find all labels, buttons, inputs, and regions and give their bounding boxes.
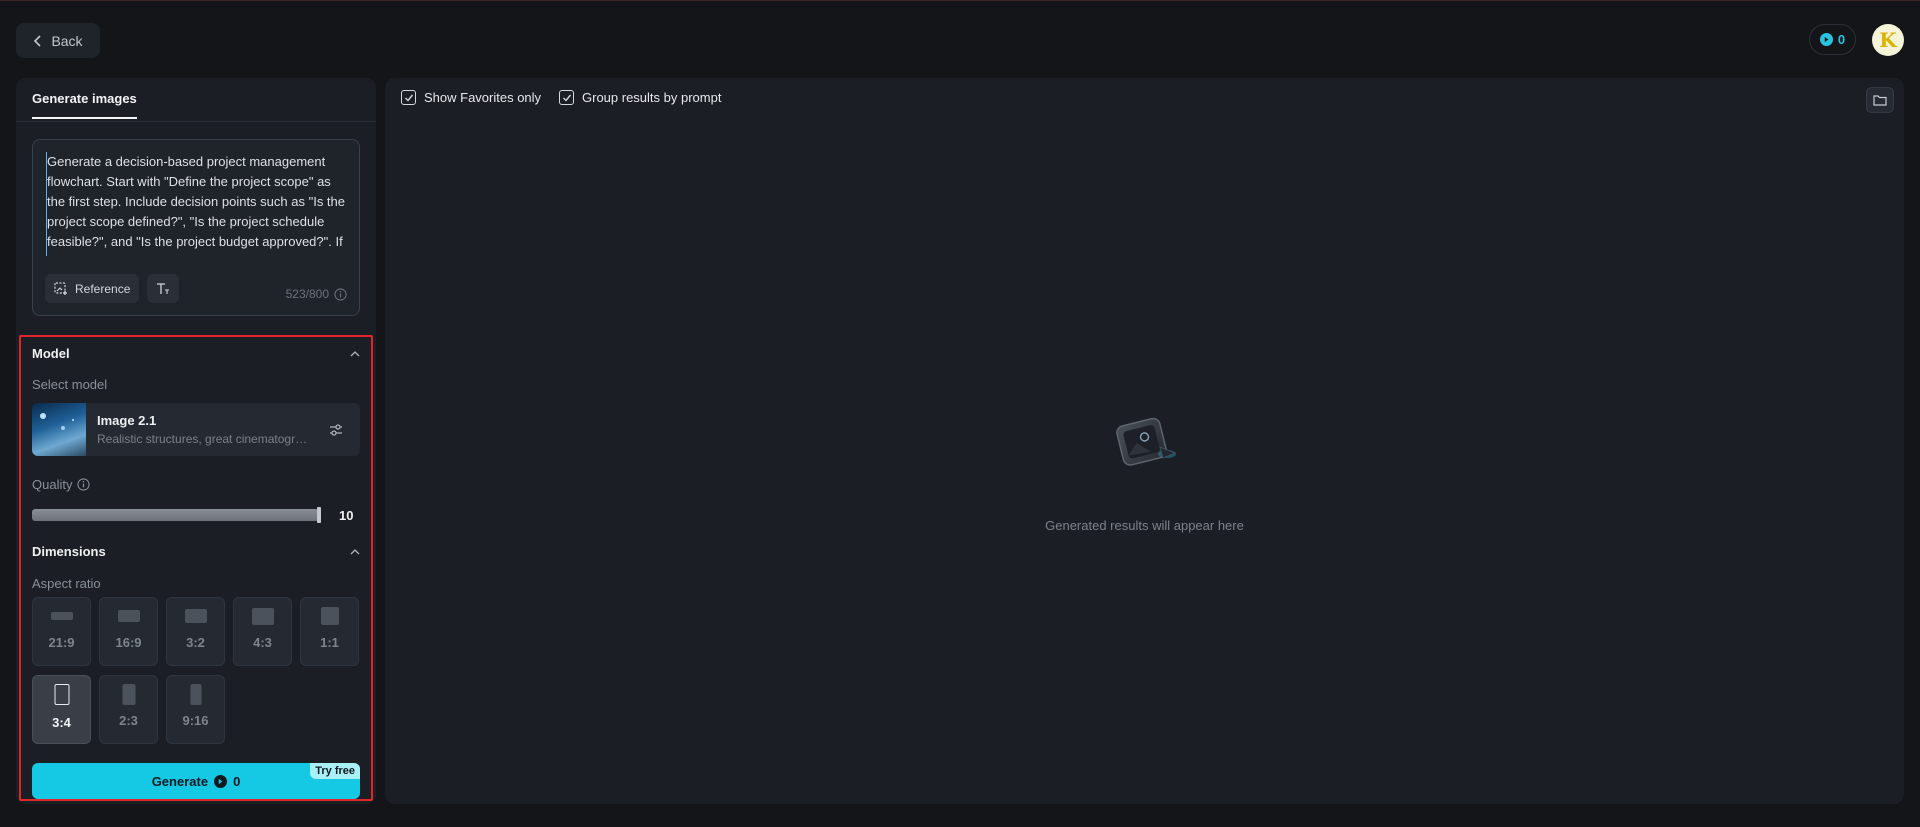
check-icon [404,94,413,102]
aspect-ratio-shape [117,610,140,622]
aspect-ratio-label: 4:3 [253,635,272,650]
model-thumbnail [32,403,86,456]
tab-generate-images[interactable]: Generate images [32,91,137,119]
aspect-ratio-shape [320,607,339,625]
aspect-ratio-label: 3:4 [52,715,71,730]
aspect-ratio-shape [122,684,135,705]
model-description: Realistic structures, great cinematograp… [97,432,312,446]
text-format-icon [157,282,170,294]
try-free-badge: Try free [310,763,360,779]
generate-button[interactable]: Generate 0 Try free [32,763,360,799]
aspect-ratio-label: 16:9 [115,635,142,650]
aspect-ratio-label: 21:9 [48,635,75,650]
quality-slider-handle[interactable] [317,507,321,523]
folder-button[interactable] [1866,87,1894,113]
prompt-tools: Reference [45,274,180,303]
aspect-ratio-label: 3:2 [186,635,205,650]
model-selector[interactable]: Image 2.1 Realistic structures, great ci… [32,403,360,456]
aspect-ratio-shape [54,684,69,705]
empty-image-icon [1116,417,1177,466]
char-count: 523/800 [286,287,347,301]
dimensions-section-title: Dimensions [32,544,106,559]
info-icon[interactable] [77,478,91,491]
aspect-ratio-shape [251,608,274,625]
show-favorites-toggle[interactable]: Show Favorites only [401,90,541,105]
generate-label: Generate [151,773,209,789]
prompt-textarea[interactable]: Generate a decision-based project manage… [46,152,351,256]
quality-slider-fill [32,509,319,521]
aspect-ratio-option[interactable]: 16:9 [99,597,158,666]
show-favorites-label: Show Favorites only [424,90,542,105]
back-button[interactable]: Back [16,23,100,58]
chevron-up-icon[interactable] [349,546,361,558]
chevron-left-icon [34,34,42,47]
checkbox[interactable] [559,90,574,105]
checkbox[interactable] [401,90,416,105]
coin-icon [1819,33,1833,46]
select-model-label: Select model [32,377,108,392]
empty-state-text: Generated results will appear here [1045,518,1244,533]
aspect-ratio-option[interactable]: 3:4 [32,675,91,744]
aspect-ratio-shape [50,612,73,620]
generate-panel: Generate images Generate a decision-base… [16,78,376,804]
quality-label-row: Quality [32,477,91,492]
model-section-title: Model [32,346,70,361]
group-by-prompt-toggle[interactable]: Group results by prompt [559,90,721,105]
results-panel: Show Favorites only Group results by pro… [385,78,1904,804]
text-style-button[interactable] [147,274,180,303]
model-name: Image 2.1 [97,413,157,428]
avatar[interactable]: K [1872,24,1904,56]
reference-button[interactable]: Reference [45,274,140,303]
aspect-ratio-label: 9:16 [182,713,209,728]
aspect-ratio-option[interactable]: 1:1 [300,597,359,666]
info-icon[interactable] [334,287,347,301]
aspect-ratio-option[interactable]: 2:3 [99,675,158,744]
generate-cost: 0 [233,773,241,789]
folder-icon [1873,95,1887,106]
aspect-ratio-label: Aspect ratio [32,576,101,591]
aspect-ratio-option[interactable]: 9:16 [166,675,225,744]
credits-count: 0 [1837,32,1846,47]
credits-badge[interactable]: 0 [1809,24,1856,55]
aspect-ratio-option[interactable]: 4:3 [233,597,292,666]
check-icon [562,94,571,102]
tab-bar: Generate images [16,78,376,122]
char-count-text: 523/800 [285,287,329,301]
quality-value: 10 [339,508,354,523]
avatar-letter: K [1879,28,1897,52]
image-add-icon [54,281,67,295]
aspect-ratio-label: 1:1 [320,635,339,650]
aspect-ratio-option[interactable]: 3:2 [166,597,225,666]
chevron-up-icon[interactable] [349,348,361,360]
quality-slider[interactable] [32,509,319,521]
aspect-ratio-shape [190,684,201,705]
reference-label: Reference [75,281,131,296]
prompt-box[interactable]: Generate a decision-based project manage… [32,139,360,316]
sliders-icon[interactable] [328,422,344,438]
aspect-ratio-label: 2:3 [119,713,138,728]
quality-label: Quality [32,477,73,492]
aspect-ratio-option[interactable]: 21:9 [32,597,91,666]
back-label: Back [51,32,83,49]
aspect-ratio-shape [184,609,207,623]
group-by-prompt-label: Group results by prompt [582,90,722,105]
settings-section: Model Select model Image 2.1 Realistic s… [19,335,373,801]
coin-icon [214,774,228,788]
